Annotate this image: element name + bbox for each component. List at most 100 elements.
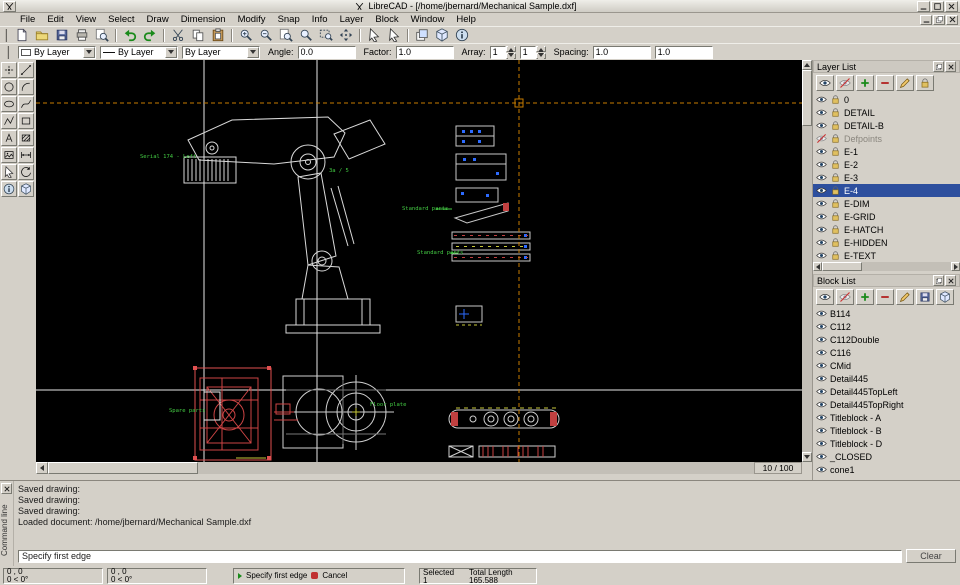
eye-icon[interactable] xyxy=(816,399,827,410)
close-panel-button[interactable] xyxy=(945,61,956,72)
lock-icon[interactable] xyxy=(830,237,841,248)
image-tool-button[interactable] xyxy=(1,147,17,163)
close-button[interactable] xyxy=(945,1,958,12)
hide-block-button[interactable] xyxy=(836,289,854,305)
eye-icon[interactable] xyxy=(816,237,827,248)
linetype-combo[interactable]: By Layer xyxy=(100,46,178,59)
layer-row[interactable]: Defpoints xyxy=(813,132,960,145)
eye-icon[interactable] xyxy=(816,438,827,449)
menu-snap[interactable]: Snap xyxy=(272,13,306,26)
mdi-close-button[interactable] xyxy=(946,15,958,25)
vertical-scrollbar[interactable] xyxy=(802,60,812,462)
layer-row[interactable]: E-DIM xyxy=(813,197,960,210)
toolbar-grip[interactable] xyxy=(5,29,9,42)
menu-window[interactable]: Window xyxy=(405,13,451,26)
print-preview-button[interactable] xyxy=(92,27,112,43)
spacing-x-input[interactable] xyxy=(593,46,651,59)
lock-icon[interactable] xyxy=(830,159,841,170)
layer-list-scrollbar[interactable] xyxy=(813,262,960,271)
array-y-stepper[interactable] xyxy=(520,46,546,59)
lock-icon[interactable] xyxy=(830,224,841,235)
menu-view[interactable]: View xyxy=(70,13,102,26)
lock-icon[interactable] xyxy=(830,211,841,222)
eye-off-icon[interactable] xyxy=(816,133,827,144)
eye-icon[interactable] xyxy=(816,334,827,345)
block-list-toggle-button[interactable] xyxy=(432,27,452,43)
spin-down-icon[interactable] xyxy=(506,53,516,59)
menu-block[interactable]: Block xyxy=(369,13,404,26)
polyline-tool-button[interactable] xyxy=(1,113,17,129)
layer-row[interactable]: E-1 xyxy=(813,145,960,158)
block-row[interactable]: Titleblock - A xyxy=(813,411,960,424)
array-x-input[interactable] xyxy=(490,46,506,59)
layer-panel-titlebar[interactable]: Layer List xyxy=(813,60,960,73)
eye-icon[interactable] xyxy=(816,347,827,358)
horizontal-scroll-thumb[interactable] xyxy=(48,462,198,474)
lock-icon[interactable] xyxy=(830,146,841,157)
menu-dimension[interactable]: Dimension xyxy=(175,13,232,26)
spin-up-icon[interactable] xyxy=(506,46,516,52)
eye-icon[interactable] xyxy=(816,198,827,209)
layer-row[interactable]: E-GRID xyxy=(813,210,960,223)
open-file-button[interactable] xyxy=(32,27,52,43)
layer-row[interactable]: E-HATCH xyxy=(813,223,960,236)
layer-row-selected[interactable]: E-4 xyxy=(813,184,960,197)
eye-icon[interactable] xyxy=(816,360,827,371)
spin-down-icon[interactable] xyxy=(536,53,546,59)
eye-icon[interactable] xyxy=(816,412,827,423)
cut-button[interactable] xyxy=(168,27,188,43)
layer-row[interactable]: E-HIDDEN xyxy=(813,236,960,249)
eye-icon[interactable] xyxy=(816,120,827,131)
eye-icon[interactable] xyxy=(816,451,827,462)
eye-icon[interactable] xyxy=(816,211,827,222)
spin-up-icon[interactable] xyxy=(536,46,546,52)
lock-icon[interactable] xyxy=(830,94,841,105)
eye-icon[interactable] xyxy=(816,107,827,118)
zoom-previous-button[interactable] xyxy=(296,27,316,43)
deselect-button[interactable] xyxy=(384,27,404,43)
eye-icon[interactable] xyxy=(816,386,827,397)
layer-row[interactable]: E-TEXT xyxy=(813,249,960,262)
lock-icon[interactable] xyxy=(830,133,841,144)
scroll-right-icon[interactable] xyxy=(951,262,960,271)
zoom-out-button[interactable] xyxy=(256,27,276,43)
vertical-scroll-thumb[interactable] xyxy=(802,70,812,126)
linewidth-combo[interactable]: By Layer xyxy=(182,46,260,59)
spline-tool-button[interactable] xyxy=(18,96,34,112)
scroll-down-icon[interactable] xyxy=(802,452,812,462)
menu-layer[interactable]: Layer xyxy=(334,13,370,26)
lock-icon[interactable] xyxy=(830,250,841,261)
menu-select[interactable]: Select xyxy=(102,13,140,26)
menu-modify[interactable]: Modify xyxy=(232,13,272,26)
block-row[interactable]: Detail445 xyxy=(813,372,960,385)
block-panel-titlebar[interactable]: Block List xyxy=(813,274,960,287)
drawing-canvas[interactable]: Serial 174 - Left 3a / 5 Standard parts … xyxy=(36,60,802,462)
eye-icon[interactable] xyxy=(816,308,827,319)
edit-block-button[interactable] xyxy=(896,289,914,305)
block-row[interactable]: C112Double xyxy=(813,333,960,346)
layer-row[interactable]: DETAIL xyxy=(813,106,960,119)
close-command-dock-button[interactable] xyxy=(1,483,12,494)
eye-icon[interactable] xyxy=(816,464,827,473)
menu-help[interactable]: Help xyxy=(450,13,482,26)
edit-layer-button[interactable] xyxy=(896,75,914,91)
lock-all-layers-button[interactable] xyxy=(916,75,934,91)
zoom-in-button[interactable] xyxy=(236,27,256,43)
array-x-stepper[interactable] xyxy=(490,46,516,59)
angle-input[interactable] xyxy=(298,46,356,59)
vertical-scroll-track[interactable] xyxy=(802,126,812,452)
save-block-button[interactable] xyxy=(916,289,934,305)
eye-icon[interactable] xyxy=(816,425,827,436)
block-row[interactable]: _CLOSED xyxy=(813,450,960,463)
lock-icon[interactable] xyxy=(830,172,841,183)
layer-row[interactable]: E-2 xyxy=(813,158,960,171)
layer-row[interactable]: E-3 xyxy=(813,171,960,184)
zoom-window-button[interactable] xyxy=(316,27,336,43)
select-tool-button[interactable] xyxy=(1,164,17,180)
scroll-up-icon[interactable] xyxy=(802,60,812,70)
print-button[interactable] xyxy=(72,27,92,43)
redo-button[interactable] xyxy=(140,27,160,43)
float-panel-button[interactable] xyxy=(933,61,944,72)
hide-all-layers-button[interactable] xyxy=(836,75,854,91)
show-block-button[interactable] xyxy=(816,289,834,305)
